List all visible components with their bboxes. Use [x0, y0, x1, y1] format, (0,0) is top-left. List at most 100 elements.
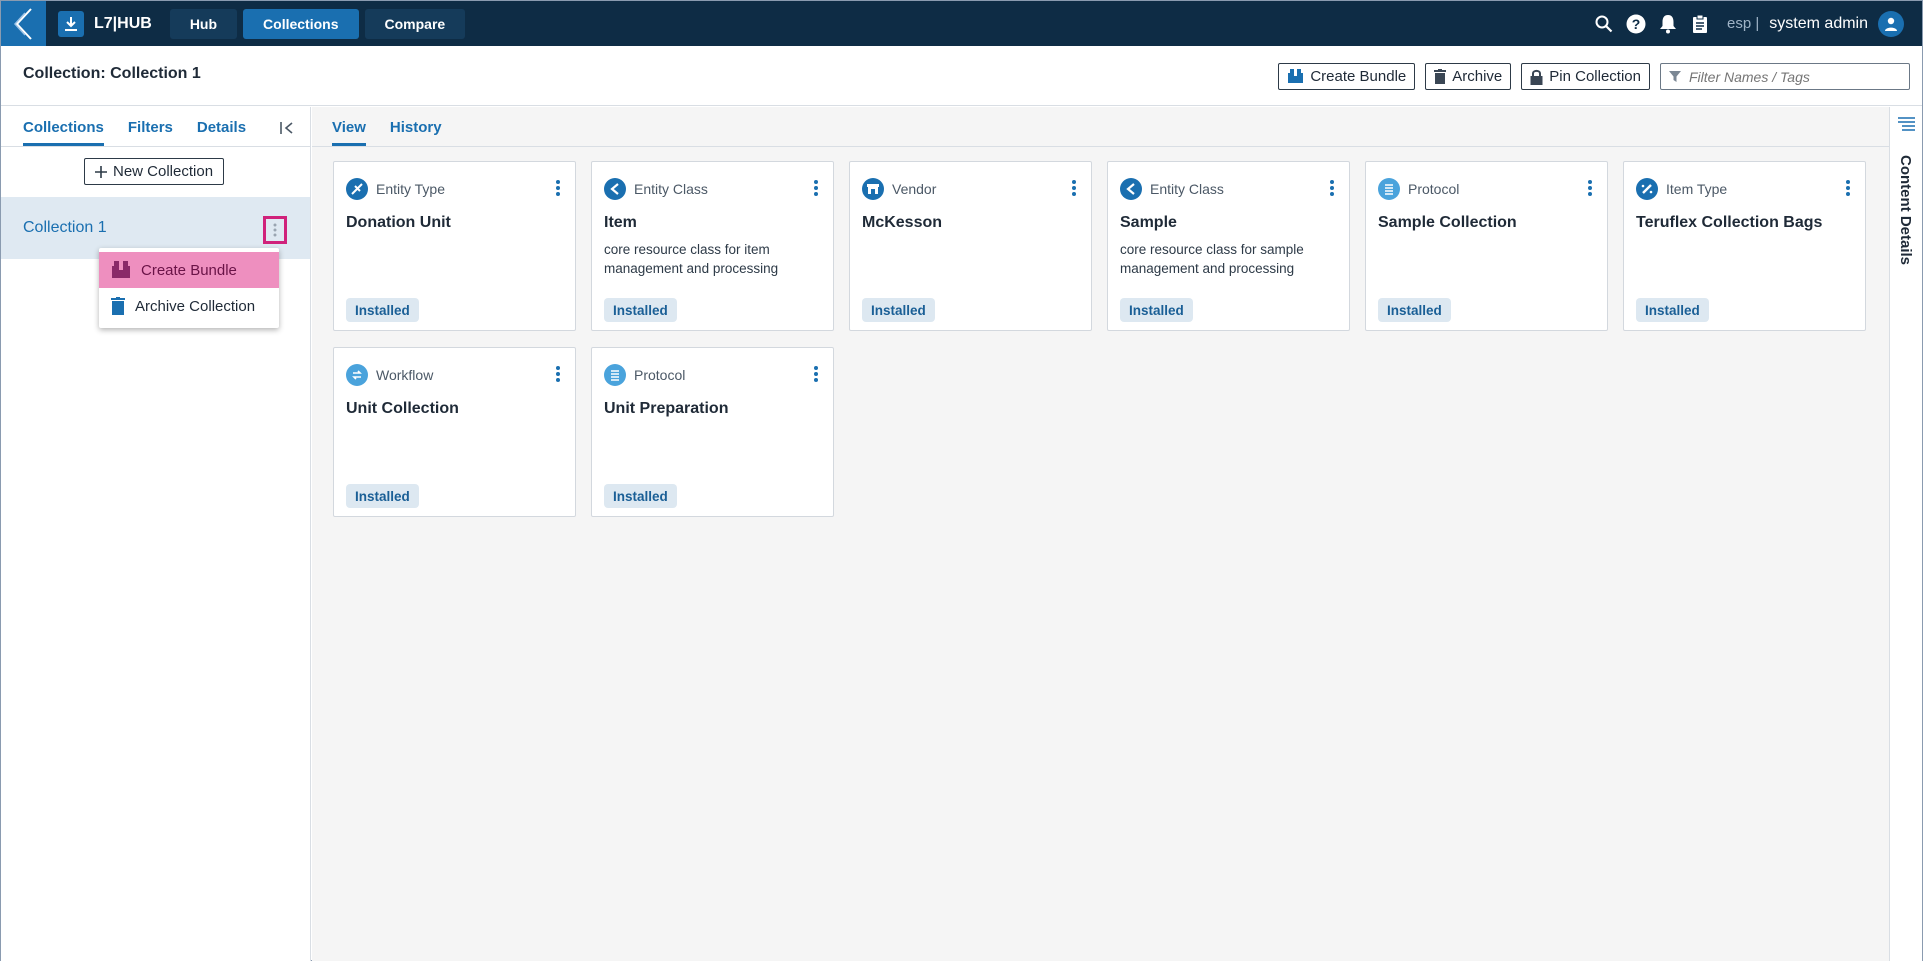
lock-icon: [1530, 69, 1543, 85]
nav-compare[interactable]: Compare: [364, 8, 466, 39]
left-panel: Collections Filters Details New Collecti…: [1, 107, 311, 961]
card-title: Item: [604, 214, 637, 231]
page-header: Collection: Collection 1 Create Bundle A…: [1, 46, 1922, 106]
menu-archive-collection[interactable]: Archive Collection: [99, 288, 279, 324]
content-details-label[interactable]: Content Details: [1897, 155, 1914, 265]
menu-create-bundle-label: Create Bundle: [141, 261, 237, 279]
status-badge: Installed: [346, 298, 419, 322]
status-badge: Installed: [1378, 298, 1451, 322]
card-menu-button[interactable]: [553, 178, 563, 198]
card-type: Vendor: [862, 178, 936, 200]
card-menu-button[interactable]: [1843, 178, 1853, 198]
brand-name: L7|HUB: [94, 14, 152, 32]
new-collection-button[interactable]: New Collection: [84, 158, 225, 185]
card-menu-button[interactable]: [811, 364, 821, 384]
card-type-label: Entity Type: [376, 181, 446, 197]
content-card[interactable]: Entity Class Sample core resource class fo…: [1107, 161, 1350, 331]
tab-details[interactable]: Details: [197, 119, 246, 146]
content-card[interactable]: Protocol Sample Collection Installed: [1365, 161, 1608, 331]
status-badge: Installed: [346, 484, 419, 508]
card-menu-button[interactable]: [811, 178, 821, 198]
card-title: Unit Preparation: [604, 400, 729, 417]
user-avatar-icon[interactable]: [1878, 10, 1904, 37]
card-type: Workflow: [346, 364, 433, 386]
card-menu-button[interactable]: [1327, 178, 1337, 198]
item-type-icon: [1636, 178, 1658, 200]
plus-icon: [95, 165, 107, 178]
entity-class-icon: [604, 178, 626, 200]
clipboard-icon[interactable]: [1689, 13, 1711, 35]
bundle-icon: [112, 261, 130, 278]
collection-context-menu: Create Bundle Archive Collection: [99, 248, 279, 328]
card-title: Donation Unit: [346, 214, 451, 231]
user-name[interactable]: system admin: [1769, 15, 1868, 33]
protocol-icon: [1378, 178, 1400, 200]
trash-icon: [1434, 69, 1447, 84]
pin-collection-label: Pin Collection: [1549, 68, 1641, 85]
card-type-label: Item Type: [1666, 181, 1728, 197]
brand[interactable]: L7|HUB: [58, 10, 152, 37]
workflow-icon: [346, 364, 368, 386]
left-tabs: Collections Filters Details: [1, 107, 310, 147]
tab-collections[interactable]: Collections: [23, 119, 104, 146]
content-card[interactable]: Entity Type Donation Unit Installed: [333, 161, 576, 331]
card-title: Unit Collection: [346, 400, 459, 417]
tab-view[interactable]: View: [332, 119, 366, 146]
content-card[interactable]: Item Type Teruflex Collection Bags Install…: [1623, 161, 1866, 331]
card-type: Entity Type: [346, 178, 445, 200]
pin-collection-button[interactable]: Pin Collection: [1521, 63, 1650, 90]
svg-text:?: ?: [1632, 16, 1641, 32]
filter-field[interactable]: [1660, 63, 1910, 90]
kebab-icon: [273, 223, 277, 237]
language-indicator[interactable]: esp |: [1727, 15, 1759, 32]
bell-icon[interactable]: [1657, 13, 1679, 35]
entity-type-icon: [346, 178, 368, 200]
status-badge: Installed: [604, 484, 677, 508]
card-type-label: Protocol: [634, 367, 686, 383]
card-type-label: Entity Class: [1150, 181, 1224, 197]
create-bundle-label: Create Bundle: [1310, 68, 1407, 85]
nav-collections[interactable]: Collections: [243, 8, 359, 39]
header-actions: Create Bundle Archive Pin Collection: [1278, 63, 1910, 90]
create-bundle-button[interactable]: Create Bundle: [1278, 63, 1416, 90]
filter-input[interactable]: [1689, 68, 1899, 85]
card-type: Protocol: [1378, 178, 1459, 200]
chevron-left-icon: [13, 7, 32, 40]
status-badge: Installed: [1636, 298, 1709, 322]
bundle-icon: [1288, 69, 1304, 83]
tab-history[interactable]: History: [390, 119, 442, 146]
protocol-icon: [604, 364, 626, 386]
content-card[interactable]: Entity Class Item core resource class for …: [591, 161, 834, 331]
right-rail: Content Details: [1889, 107, 1922, 961]
card-description: core resource class for item management …: [604, 242, 779, 276]
top-right-tools: ? esp | system admin: [1593, 1, 1904, 46]
menu-create-bundle[interactable]: Create Bundle: [99, 252, 279, 288]
content-card[interactable]: Protocol Unit Preparation Installed: [591, 347, 834, 517]
status-badge: Installed: [1120, 298, 1193, 322]
download-icon: [58, 10, 84, 37]
card-type-label: Workflow: [376, 367, 434, 383]
card-menu-button[interactable]: [553, 364, 563, 384]
back-button[interactable]: [1, 1, 46, 46]
status-badge: Installed: [604, 298, 677, 322]
card-type-label: Entity Class: [634, 181, 708, 197]
tab-filters[interactable]: Filters: [128, 119, 173, 146]
search-icon[interactable]: [1593, 13, 1615, 35]
card-menu-button[interactable]: [1585, 178, 1595, 198]
card-title: Sample Collection: [1378, 214, 1517, 231]
help-icon[interactable]: ?: [1625, 13, 1647, 35]
card-type: Entity Class: [1120, 178, 1224, 200]
list-icon[interactable]: [1898, 117, 1915, 131]
main-content: View History Entity Type Donation Unit Ins…: [312, 107, 1889, 961]
nav-hub[interactable]: Hub: [169, 8, 238, 39]
new-collection-label: New Collection: [113, 163, 214, 180]
collection-menu-button[interactable]: [263, 216, 287, 244]
content-card[interactable]: Workflow Unit Collection Installed: [333, 347, 576, 517]
collapse-panel-icon[interactable]: [278, 119, 296, 137]
archive-button[interactable]: Archive: [1425, 63, 1512, 90]
trash-icon: [111, 297, 125, 315]
card-type: Protocol: [604, 364, 685, 386]
card-menu-button[interactable]: [1069, 178, 1079, 198]
content-card[interactable]: Vendor McKesson Installed: [849, 161, 1092, 331]
card-title: Teruflex Collection Bags: [1636, 214, 1823, 231]
